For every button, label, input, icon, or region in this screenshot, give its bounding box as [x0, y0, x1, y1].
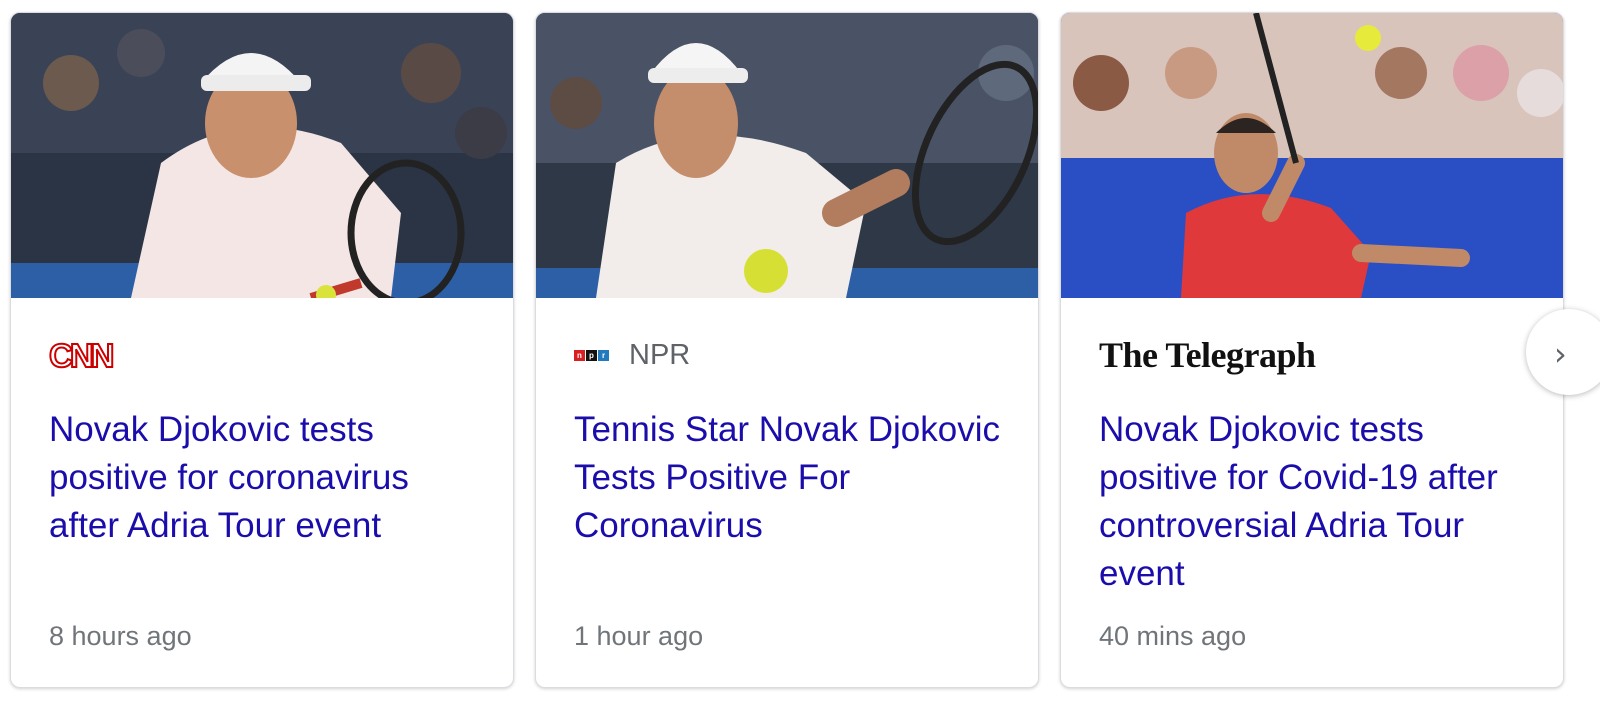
timestamp: 40 mins ago — [1099, 621, 1247, 651]
news-card[interactable]: The Telegraph Novak Djokovic tests posit… — [1060, 12, 1564, 688]
article-image — [1061, 13, 1563, 298]
headline-link[interactable]: Novak Djokovic tests positive for corona… — [49, 406, 483, 550]
chevron-right-icon: › — [1554, 335, 1567, 373]
headline-link[interactable]: Novak Djokovic tests positive for Covid-… — [1099, 406, 1533, 598]
article-image — [11, 13, 513, 298]
source: The Telegraph — [1099, 335, 1316, 375]
cnn-logo: CNN — [48, 336, 115, 374]
news-card[interactable]: CNN Novak Djokovic tests positive for co… — [10, 12, 514, 688]
timestamp: 1 hour ago — [574, 621, 704, 651]
article-image — [536, 13, 1038, 298]
headline-link[interactable]: Tennis Star Novak Djokovic Tests Positiv… — [574, 406, 1008, 550]
npr-logo-icon: npr — [574, 349, 609, 361]
top-stories-carousel: CNN Novak Djokovic tests positive for co… — [0, 0, 1600, 709]
timestamp: 8 hours ago — [49, 621, 192, 651]
telegraph-logo: The Telegraph — [1099, 335, 1316, 375]
source-name: NPR — [629, 338, 691, 371]
news-card[interactable]: npr NPR Tennis Star Novak Djokovic Tests… — [535, 12, 1039, 688]
source: npr NPR — [574, 338, 690, 372]
source: CNN — [48, 336, 115, 374]
